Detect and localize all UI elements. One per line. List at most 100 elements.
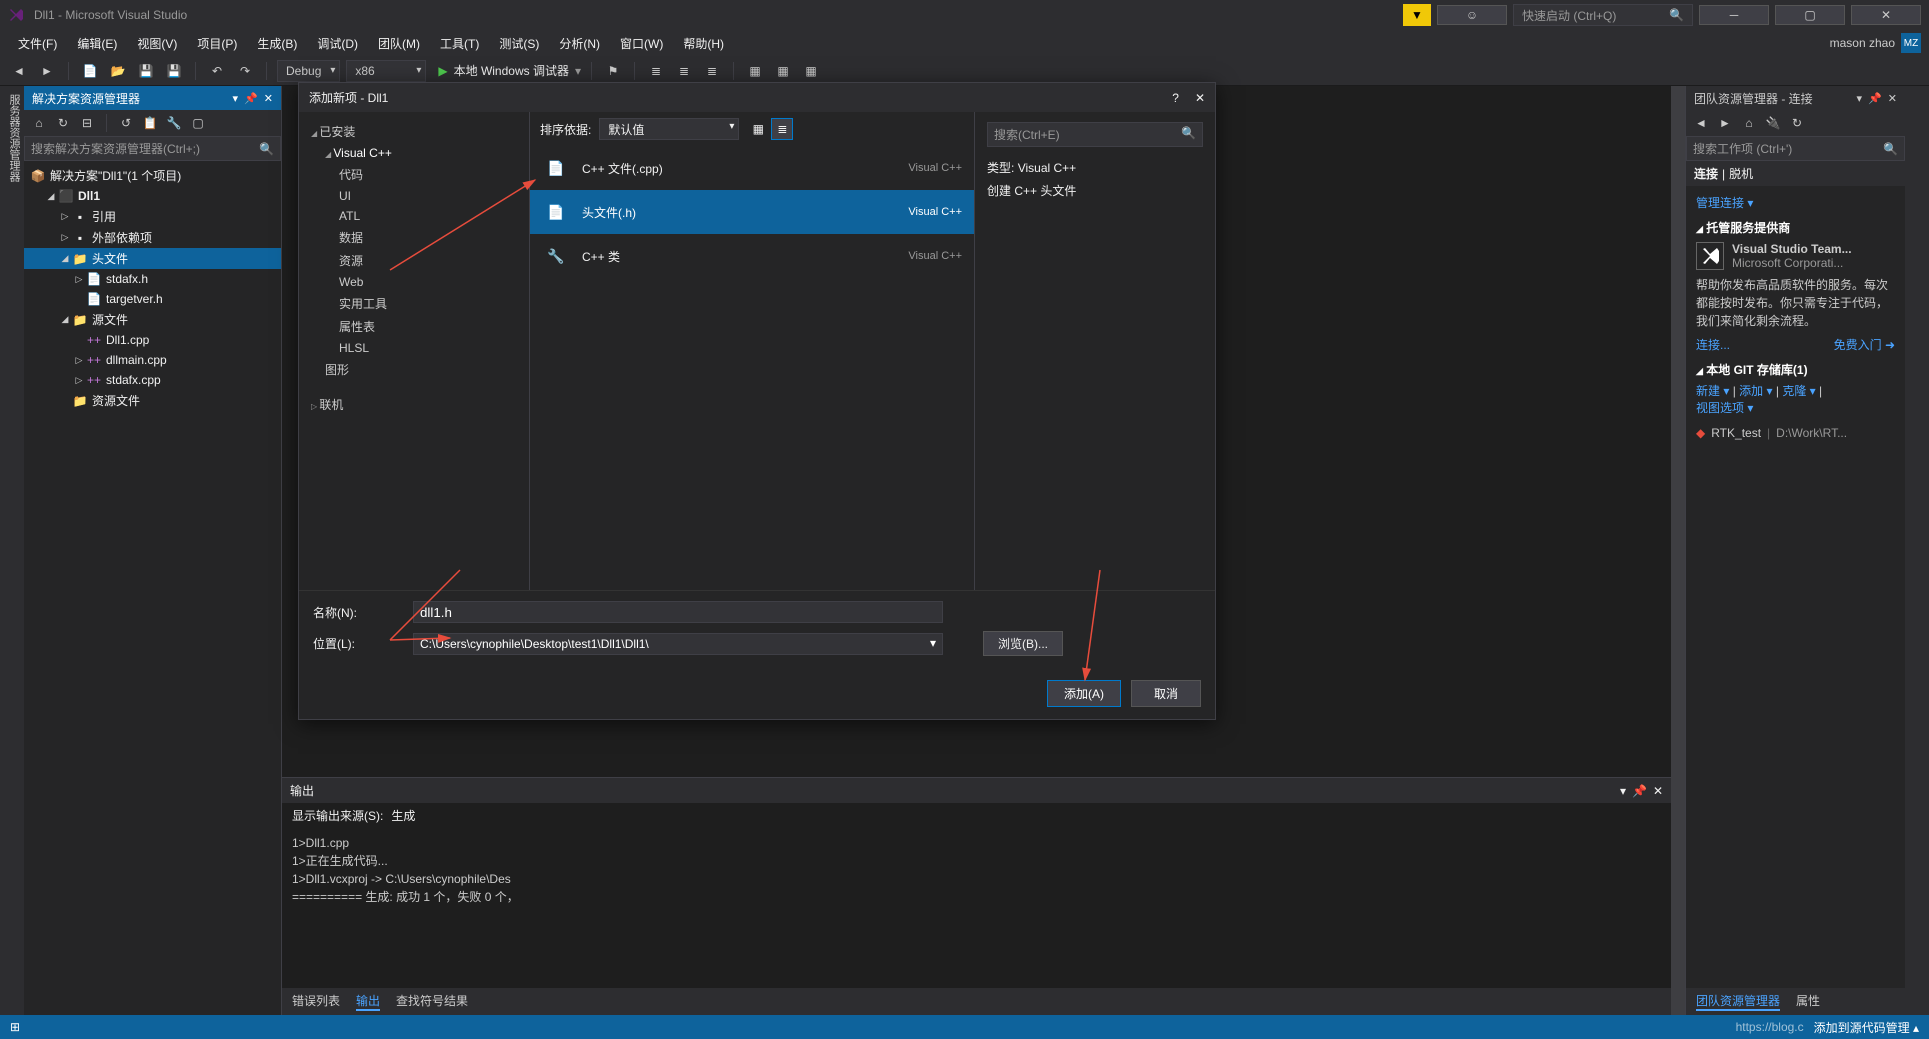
menu-team[interactable]: 团队(M)	[368, 31, 430, 56]
forward-icon[interactable]: ►	[1716, 114, 1734, 132]
toolbar-icon-3[interactable]: ≣	[673, 60, 695, 82]
output-text[interactable]: 1>Dll1.cpp 1>正在生成代码... 1>Dll1.vcxproj ->…	[282, 828, 1671, 988]
cat-visual-cpp[interactable]: Visual C++	[311, 143, 517, 163]
tree-references[interactable]: ▷▪引用	[24, 206, 281, 227]
panel-close-icon[interactable]: ✕	[1653, 784, 1663, 798]
cat-code[interactable]: 代码	[311, 163, 517, 186]
feedback-icon[interactable]: ☺	[1437, 5, 1507, 25]
refresh-icon[interactable]: ↻	[54, 114, 72, 132]
open-file-icon[interactable]: 📂	[107, 60, 129, 82]
template-cpp-file[interactable]: 📄 C++ 文件(.cpp) Visual C++	[530, 146, 974, 190]
menu-help[interactable]: 帮助(H)	[673, 31, 734, 56]
tree-file-dllmain-cpp[interactable]: ▷++dllmain.cpp	[24, 350, 281, 370]
tab-find-symbol[interactable]: 查找符号结果	[396, 992, 468, 1011]
collapse-icon[interactable]: ⊟	[78, 114, 96, 132]
tree-file-stdafx-cpp[interactable]: ▷++stdafx.cpp	[24, 370, 281, 390]
cat-web[interactable]: Web	[311, 272, 517, 292]
tab-properties[interactable]: 属性	[1796, 992, 1820, 1011]
menu-project[interactable]: 项目(P)	[187, 31, 247, 56]
config-combo[interactable]: Debug	[277, 60, 340, 82]
toolbar-icon-2[interactable]: ≣	[645, 60, 667, 82]
team-search-input[interactable]: 搜索工作项 (Ctrl+')🔍	[1686, 136, 1905, 161]
add-to-source-control[interactable]: 添加到源代码管理 ▴	[1814, 1019, 1919, 1036]
cat-prop[interactable]: 属性表	[311, 315, 517, 338]
browse-button[interactable]: 浏览(B)...	[983, 631, 1063, 656]
template-cpp-class[interactable]: 🔧 C++ 类 Visual C++	[530, 234, 974, 278]
user-name[interactable]: mason zhao	[1830, 36, 1895, 50]
save-icon[interactable]: 💾	[135, 60, 157, 82]
manage-connections-link[interactable]: 管理连接 ▾	[1696, 194, 1895, 211]
menu-build[interactable]: 生成(B)	[247, 31, 307, 56]
redo-icon[interactable]: ↷	[234, 60, 256, 82]
maximize-button[interactable]: ▢	[1775, 5, 1845, 25]
tree-resources-folder[interactable]: 📁资源文件	[24, 390, 281, 411]
nav-back-icon[interactable]: ◄	[8, 60, 30, 82]
debugger-label[interactable]: 本地 Windows 调试器	[454, 62, 569, 79]
back-icon[interactable]: ◄	[1692, 114, 1710, 132]
name-input[interactable]	[413, 601, 943, 623]
tab-output[interactable]: 输出	[356, 992, 380, 1011]
menu-file[interactable]: 文件(F)	[8, 31, 67, 56]
close-button[interactable]: ✕	[1851, 5, 1921, 25]
toolbar-icon-5[interactable]: ▦	[744, 60, 766, 82]
new-project-icon[interactable]: 📄	[79, 60, 101, 82]
toolbar-icon-6[interactable]: ▦	[772, 60, 794, 82]
cat-res[interactable]: 资源	[311, 249, 517, 272]
panel-dropdown-icon[interactable]: ▾	[1857, 92, 1863, 105]
repo-name[interactable]: RTK_test	[1711, 426, 1761, 440]
refresh-icon[interactable]: ↻	[1788, 114, 1806, 132]
panel-close-icon[interactable]: ✕	[264, 92, 273, 105]
git-add-link[interactable]: 添加 ▾	[1739, 384, 1772, 398]
view-tiles-icon[interactable]: ▦	[747, 118, 769, 140]
cat-data[interactable]: 数据	[311, 226, 517, 249]
panel-pin-icon[interactable]: 📌	[1868, 92, 1882, 105]
tree-file-targetver-h[interactable]: 📄targetver.h	[24, 289, 281, 309]
git-new-link[interactable]: 新建 ▾	[1696, 384, 1729, 398]
panel-pin-icon[interactable]: 📌	[1632, 784, 1647, 798]
home-icon[interactable]: ⌂	[1740, 114, 1758, 132]
add-button[interactable]: 添加(A)	[1047, 680, 1121, 707]
tree-sources-folder[interactable]: ◢📁源文件	[24, 309, 281, 330]
cat-hlsl[interactable]: HLSL	[311, 338, 517, 358]
cat-graphics[interactable]: 图形	[311, 358, 517, 381]
notifications-flag-icon[interactable]: ▼	[1403, 4, 1431, 26]
cat-util[interactable]: 实用工具	[311, 292, 517, 315]
cat-atl[interactable]: ATL	[311, 206, 517, 226]
panel-dropdown-icon[interactable]: ▾	[1620, 784, 1626, 798]
menu-tools[interactable]: 工具(T)	[430, 31, 489, 56]
tree-file-stdafx-h[interactable]: ▷📄stdafx.h	[24, 269, 281, 289]
panel-pin-icon[interactable]: 📌	[244, 92, 258, 105]
menu-edit[interactable]: 编辑(E)	[67, 31, 127, 56]
toolbar-icon-7[interactable]: ▦	[800, 60, 822, 82]
nav-forward-icon[interactable]: ►	[36, 60, 58, 82]
tree-solution-root[interactable]: 📦解决方案"Dll1"(1 个项目)	[24, 165, 281, 186]
panel-dropdown-icon[interactable]: ▾	[233, 92, 239, 105]
free-start-link[interactable]: 免费入门 ➜	[1834, 336, 1895, 353]
minimize-button[interactable]: ─	[1699, 5, 1769, 25]
tree-headers-folder[interactable]: ◢📁头文件	[24, 248, 281, 269]
cat-online[interactable]: 联机	[311, 393, 517, 416]
tab-error-list[interactable]: 错误列表	[292, 992, 340, 1011]
menu-view[interactable]: 视图(V)	[127, 31, 187, 56]
save-all-icon[interactable]: 💾	[163, 60, 185, 82]
undo-icon[interactable]: ↶	[206, 60, 228, 82]
tree-project[interactable]: ◢⬛Dll1	[24, 186, 281, 206]
menu-analyze[interactable]: 分析(N)	[549, 31, 610, 56]
platform-combo[interactable]: x86	[346, 60, 426, 82]
server-explorer-tab[interactable]: 服务器资源管理器	[0, 86, 24, 1015]
preview-icon[interactable]: ▢	[189, 114, 207, 132]
chevron-down-icon[interactable]: ▾	[930, 636, 936, 650]
template-header-file[interactable]: 📄 头文件(.h) Visual C++	[530, 190, 974, 234]
user-avatar[interactable]: MZ	[1901, 33, 1921, 53]
view-list-icon[interactable]: ≣	[771, 118, 793, 140]
git-clone-link[interactable]: 克隆 ▾	[1782, 384, 1815, 398]
toolbar-icon-4[interactable]: ≣	[701, 60, 723, 82]
quick-launch-input[interactable]: 快速启动 (Ctrl+Q)🔍	[1513, 4, 1693, 26]
dialog-search-input[interactable]: 搜索(Ctrl+E)🔍	[987, 122, 1203, 147]
status-win-icon[interactable]: ⊞	[10, 1020, 20, 1034]
solution-search-input[interactable]: 搜索解决方案资源管理器(Ctrl+;)🔍	[24, 136, 281, 161]
tree-file-dll1-cpp[interactable]: ++Dll1.cpp	[24, 330, 281, 350]
sort-combo[interactable]: 默认值	[599, 118, 739, 140]
vertical-scrollbar[interactable]	[1671, 86, 1685, 1015]
tree-external-deps[interactable]: ▷▪外部依赖项	[24, 227, 281, 248]
